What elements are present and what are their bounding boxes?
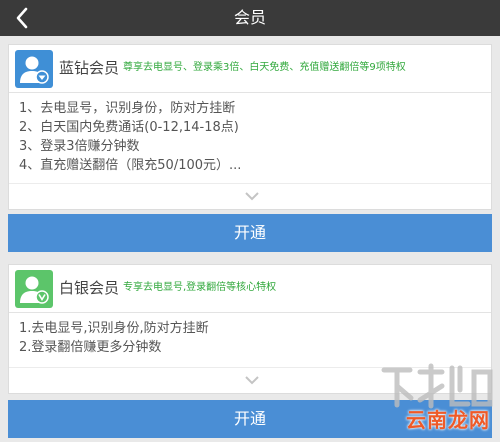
benefit-item: 3、登录3倍赚分钟数	[19, 139, 140, 154]
chevron-down-icon	[245, 376, 259, 385]
benefit-list: 1.去电显号,识别身份,防对方挂断 2.登录翻倍赚更多分钟数	[9, 313, 491, 357]
benefit-item: 2、白天国内免费通话(0-12,14-18点)	[19, 120, 239, 135]
benefit-item: 1.去电显号,识别身份,防对方挂断	[19, 321, 209, 336]
open-blue-diamond-button[interactable]: 开通	[8, 214, 492, 252]
chevron-down-icon	[245, 192, 259, 201]
benefit-item: 2.登录翻倍赚更多分钟数	[19, 340, 162, 355]
tier-card-header: 蓝钻会员 尊享去电显号、登录乘3倍、白天免费、充值赠送翻倍等9项特权	[9, 45, 491, 93]
tier-card-header: 白银会员 专享去电显号,登录翻倍等核心特权	[9, 265, 491, 313]
tier-description: 专享去电显号,登录翻倍等核心特权	[123, 282, 277, 293]
blue-diamond-member-icon	[15, 50, 53, 88]
benefit-list: 1、去电显号，识别身份，防对方挂断 2、白天国内免费通话(0-12,14-18点…	[9, 93, 491, 175]
tier-name: 白银会员	[59, 279, 120, 297]
tier-description: 尊享去电显号、登录乘3倍、白天免费、充值赠送翻倍等9项特权	[123, 62, 406, 73]
tier-name: 蓝钻会员	[59, 59, 120, 77]
tier-card-blue-diamond: 蓝钻会员 尊享去电显号、登录乘3倍、白天免费、充值赠送翻倍等9项特权 1、去电显…	[8, 44, 492, 210]
benefit-item: 1、去电显号，识别身份，防对方挂断	[19, 101, 236, 116]
expand-toggle[interactable]	[9, 183, 491, 209]
top-bar: 会员	[0, 0, 500, 36]
benefit-item: 4、直充赠送翻倍（限充50/100元）...	[19, 158, 242, 173]
page-title: 会员	[233, 8, 266, 27]
watermark-text: 云南龙网	[406, 408, 490, 432]
silver-member-icon	[15, 270, 53, 308]
